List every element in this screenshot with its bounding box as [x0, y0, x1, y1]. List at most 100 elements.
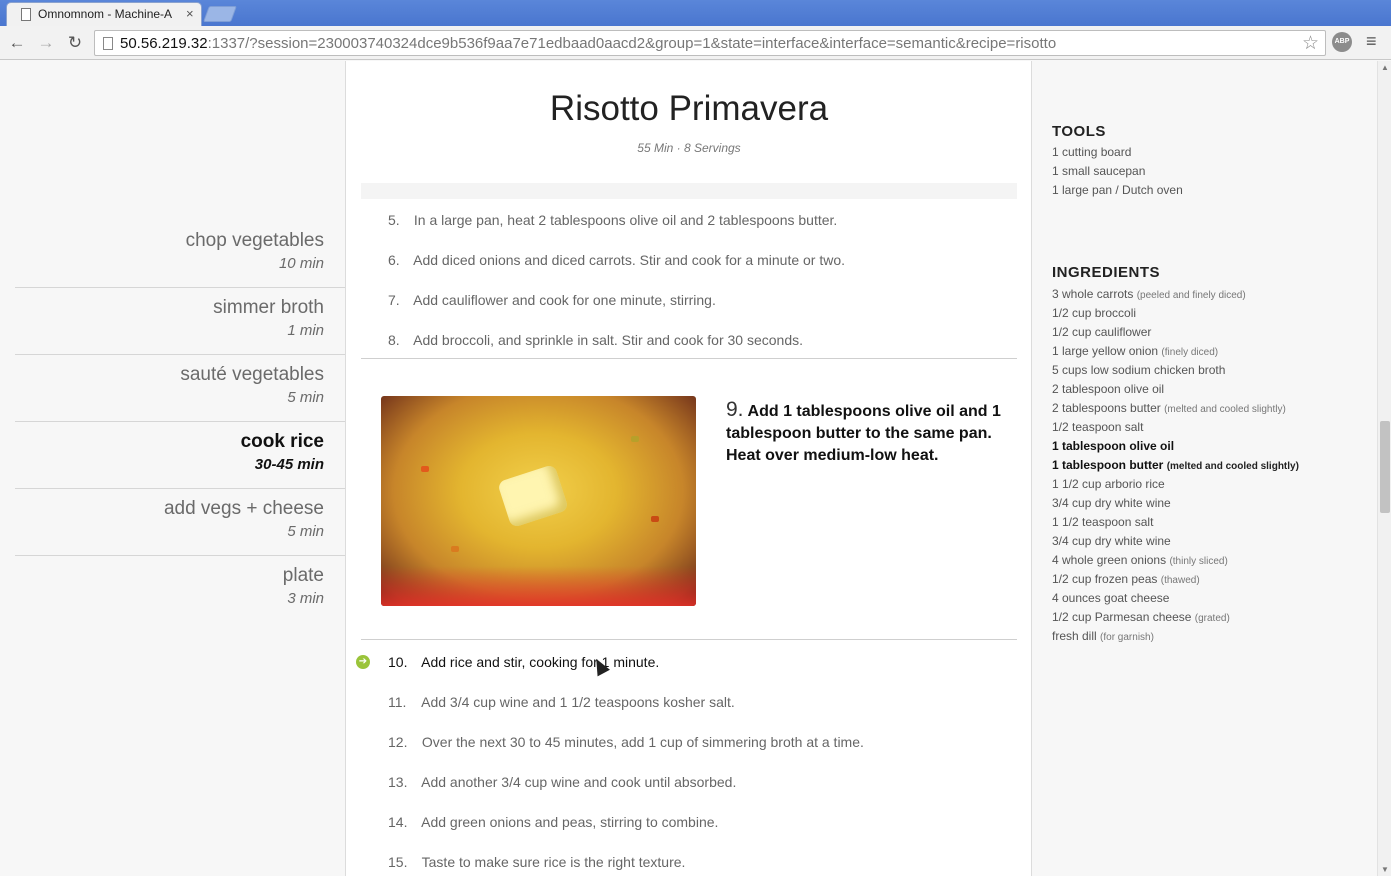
phase-name: sauté vegetables	[180, 364, 324, 385]
phase-item[interactable]: chop vegetables 10 min	[15, 221, 345, 288]
phase-item-active[interactable]: cook rice 30-45 min	[15, 422, 345, 489]
page-scrollbar[interactable]: ▲ ▼	[1377, 61, 1391, 876]
ingredient-note: (melted and cooled slightly)	[1166, 461, 1299, 472]
scroll-down-icon[interactable]: ▼	[1380, 865, 1390, 874]
ingredient-name: 1/2 cup frozen peas	[1052, 572, 1158, 586]
step-item[interactable]: 5. In a large pan, heat 2 tablespoons ol…	[388, 212, 837, 228]
menu-icon[interactable]: ≡	[1366, 31, 1377, 52]
ingredient-note: (peeled and finely diced)	[1136, 290, 1246, 301]
current-step: 9. Add 1 tablespoons olive oil and 1 tabl…	[726, 399, 1001, 467]
phase-time: 3 min	[287, 590, 324, 607]
step-text: Add rice and stir, cooking for 1 minute.	[421, 654, 660, 670]
ingredient-item: 4 ounces goat cheese	[1052, 589, 1299, 608]
ingredient-item: 2 tablespoon olive oil	[1052, 380, 1299, 399]
url-host: 50.56.219.32	[120, 35, 208, 52]
butter-pat	[497, 463, 569, 529]
divider	[361, 358, 1017, 359]
phase-time: 5 min	[287, 389, 324, 406]
step-text: Add broccoli, and sprinkle in salt. Stir…	[413, 332, 803, 348]
reload-icon[interactable]: ↻	[64, 32, 86, 54]
step-number: 5.	[388, 212, 400, 228]
url-path: :1337/?session=230003740324dce9b536f9aa7…	[207, 35, 1057, 52]
phase-name: chop vegetables	[185, 230, 324, 251]
step-item[interactable]: 12. Over the next 30 to 45 minutes, add …	[388, 734, 864, 750]
ingredient-name: 1 1/2 teaspoon salt	[1052, 515, 1154, 529]
recipe-meta: 55 Min · 8 Servings	[637, 141, 741, 155]
recipe-title: Risotto Primavera	[549, 89, 829, 128]
address-bar[interactable]: 50.56.219.32:1337/?session=230003740324d…	[94, 30, 1326, 56]
browser-tab[interactable]: Omnomnom - Machine-A ×	[6, 2, 202, 26]
ingredient-name: 1/2 cup Parmesan cheese	[1052, 610, 1192, 624]
phase-item[interactable]: plate 3 min	[15, 556, 345, 623]
step-item[interactable]: 15. Taste to make sure rice is the right…	[388, 854, 685, 870]
back-icon[interactable]: ←	[6, 32, 28, 54]
bookmark-star-icon[interactable]: ☆	[1302, 32, 1319, 55]
step-text: Add diced onions and diced carrots. Stir…	[413, 252, 846, 268]
current-step-text: Add 1 tablespoons olive oil and 1 tables…	[726, 403, 1001, 464]
page-icon	[103, 37, 113, 50]
phase-time: 5 min	[287, 523, 324, 540]
ingredient-name: 2 tablespoon olive oil	[1052, 382, 1165, 396]
step-item[interactable]: 13. Add another 3/4 cup wine and cook un…	[388, 774, 736, 790]
step-item[interactable]: 6. Add diced onions and diced carrots. S…	[388, 252, 845, 268]
step-item[interactable]: 7. Add cauliflower and cook for one minu…	[388, 292, 716, 308]
step-photo	[381, 396, 696, 606]
ingredient-item: 1/2 cup broccoli	[1052, 304, 1299, 323]
ingredient-item: 3/4 cup dry white wine	[1052, 494, 1299, 513]
page-content: chop vegetables 10 min simmer broth 1 mi…	[0, 61, 1391, 876]
scroll-up-icon[interactable]: ▲	[1380, 63, 1390, 72]
tab-title: Omnomnom - Machine-A	[38, 7, 173, 21]
ingredient-item: 1 1/2 teaspoon salt	[1052, 513, 1299, 532]
close-icon[interactable]: ×	[186, 6, 194, 21]
tool-item: 1 cutting board	[1052, 145, 1132, 159]
step-text: Over the next 30 to 45 minutes, add 1 cu…	[421, 734, 864, 750]
phase-item[interactable]: sauté vegetables 5 min	[15, 355, 345, 422]
step-item[interactable]: 14. Add green onions and peas, stirring …	[388, 814, 718, 830]
phase-time: 10 min	[278, 255, 324, 272]
ingredient-item: 1 large yellow onion (finely diced)	[1052, 342, 1299, 361]
ingredient-name: 2 tablespoons butter	[1052, 401, 1161, 415]
ingredient-name: 1/2 cup cauliflower	[1052, 325, 1152, 339]
arrow-right-icon[interactable]: ➔	[356, 655, 370, 669]
new-tab-button[interactable]	[203, 6, 237, 22]
tool-item: 1 small saucepan	[1052, 164, 1146, 178]
photo-detail	[651, 516, 659, 522]
scrollbar-thumb[interactable]	[1380, 421, 1390, 513]
phase-name: plate	[282, 565, 324, 586]
step-item[interactable]: 11. Add 3/4 cup wine and 1 1/2 teaspoons…	[388, 694, 735, 710]
phase-item[interactable]: add vegs + cheese 5 min	[15, 489, 345, 556]
url-text: 50.56.219.32:1337/?session=230003740324d…	[120, 35, 1056, 52]
ingredient-item: fresh dill (for garnish)	[1052, 627, 1299, 646]
phase-time: 30-45 min	[254, 456, 324, 473]
ingredient-item: 3 whole carrots (peeled and finely diced…	[1052, 285, 1299, 304]
ingredient-name: 1 1/2 cup arborio rice	[1052, 477, 1165, 491]
step-item-next[interactable]: 10. Add rice and stir, cooking for 1 min…	[388, 654, 659, 670]
step-number: 11.	[388, 694, 407, 710]
browser-toolbar: ← → ↻ 50.56.219.32:1337/?session=2300037…	[0, 26, 1391, 60]
step-text: Add 3/4 cup wine and 1 1/2 teaspoons kos…	[421, 694, 735, 710]
ingredient-name: 3/4 cup dry white wine	[1052, 534, 1171, 548]
forward-icon[interactable]: →	[35, 32, 57, 54]
step-item[interactable]: 8. Add broccoli, and sprinkle in salt. S…	[388, 332, 803, 348]
step-text: In a large pan, heat 2 tablespoons olive…	[413, 212, 838, 228]
ingredient-name: fresh dill	[1052, 629, 1097, 643]
recipe-sidebar: TOOLS 1 cutting board 1 small saucepan 1…	[1032, 61, 1377, 876]
phase-item[interactable]: simmer broth 1 min	[15, 288, 345, 355]
tools-heading: TOOLS	[1052, 123, 1106, 140]
ingredient-name: 1/2 teaspoon salt	[1052, 420, 1144, 434]
step-number: 15.	[388, 854, 408, 870]
step-text: Add cauliflower and cook for one minute,…	[413, 292, 716, 308]
adblock-icon[interactable]: ABP	[1332, 32, 1352, 52]
phase-name: add vegs + cheese	[163, 498, 324, 519]
photo-detail	[421, 466, 429, 472]
pan-rim	[381, 566, 696, 606]
ingredient-name: 3/4 cup dry white wine	[1052, 496, 1171, 510]
ingredient-item-highlighted: 1 tablespoon butter (melted and cooled s…	[1052, 456, 1299, 475]
step-text: Add green onions and peas, stirring to c…	[421, 814, 719, 830]
ingredient-item: 5 cups low sodium chicken broth	[1052, 361, 1299, 380]
phase-name: cook rice	[240, 431, 324, 452]
tools-list: 1 cutting board 1 small saucepan 1 large…	[1052, 143, 1183, 200]
ingredient-note: (thinly sliced)	[1169, 556, 1228, 567]
phase-time: 1 min	[287, 322, 324, 339]
ingredient-note: (melted and cooled slightly)	[1164, 404, 1286, 415]
